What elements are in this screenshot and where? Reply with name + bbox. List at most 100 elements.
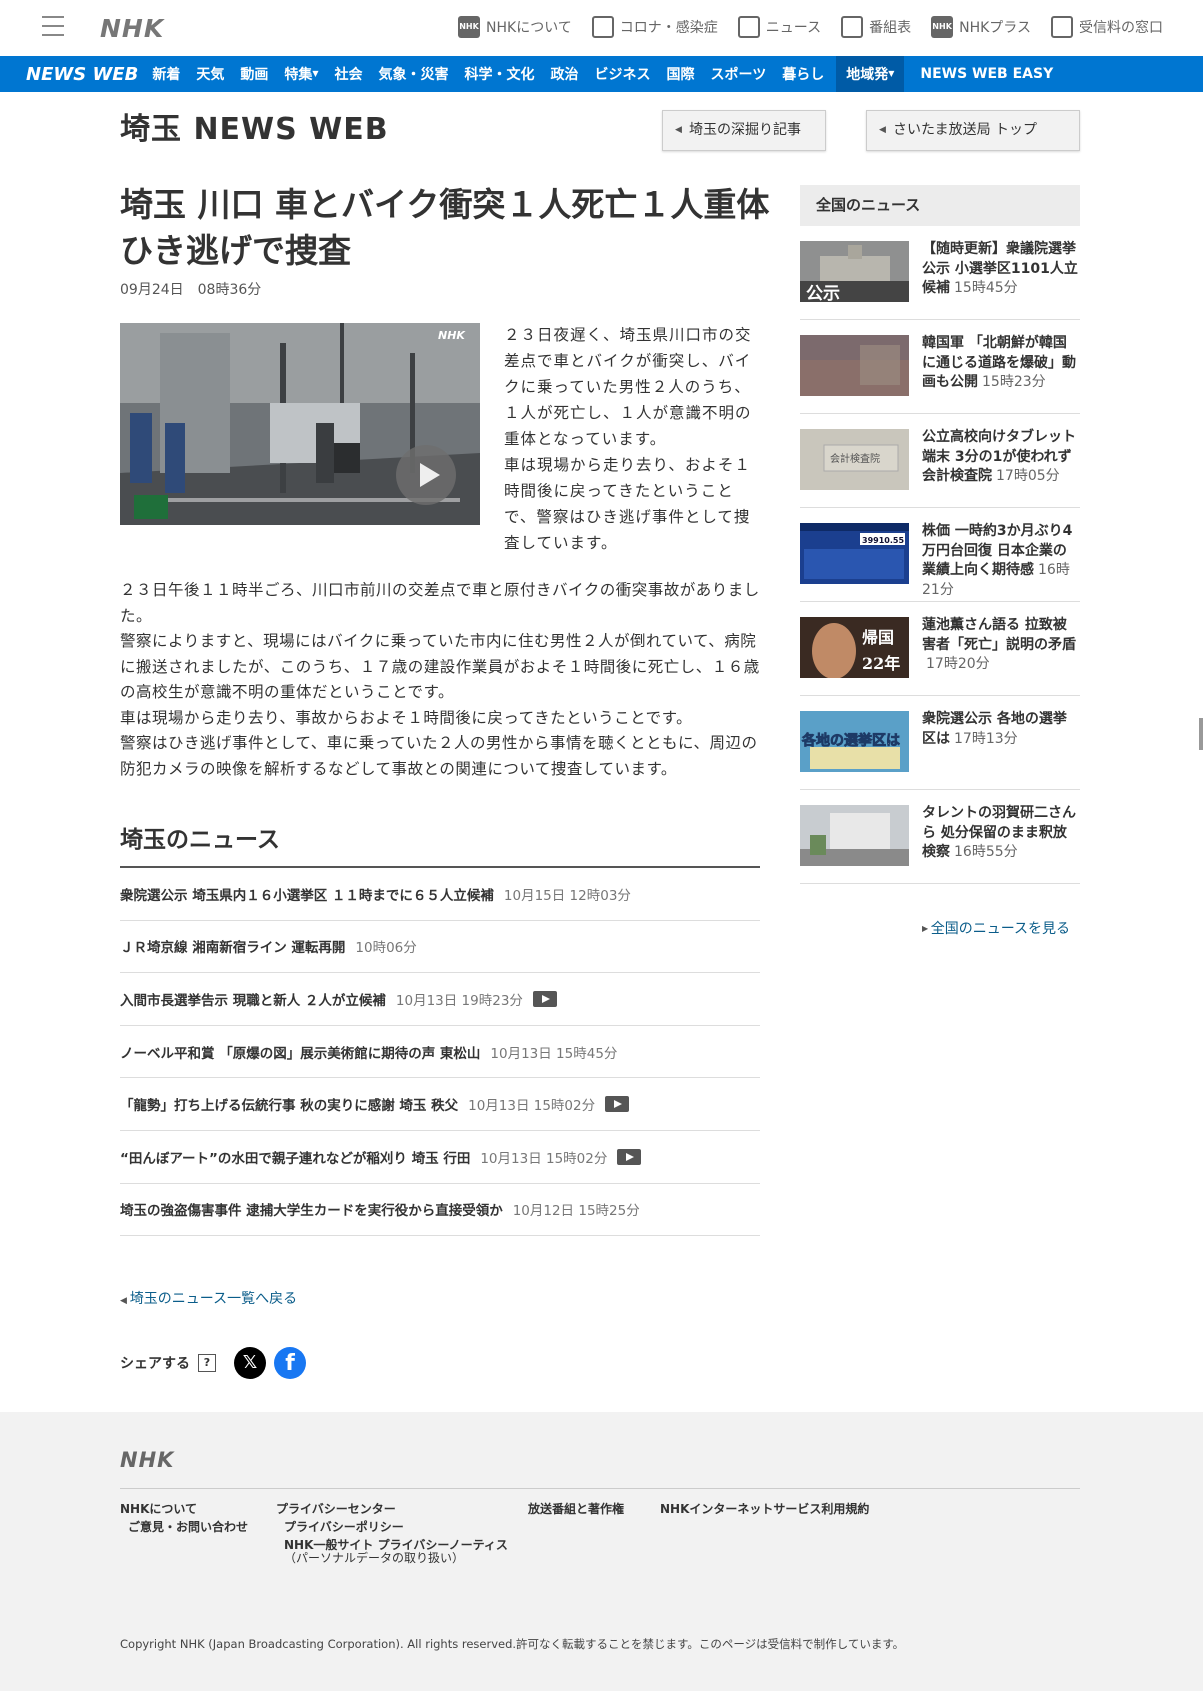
news-web-logo[interactable]: NEWS WEB — [26, 64, 138, 85]
news-thumbnail — [800, 805, 909, 866]
help-icon[interactable]: ? — [198, 1354, 216, 1372]
sidebar-news-item[interactable]: 韓国軍 「北朝鮮が韓国に通じる道路を爆破」動画も公開 15時23分 — [800, 320, 1080, 414]
play-icon[interactable] — [396, 445, 456, 505]
nav-item-feature[interactable]: 特集▼ — [284, 64, 318, 84]
nav-item-latest[interactable]: 新着 — [152, 64, 180, 84]
footer-nhk-logo[interactable]: NHK — [120, 1448, 174, 1472]
audit-board-sign-image: 会計検査院 — [800, 429, 909, 490]
back-to-list-link[interactable]: 埼玉のニュース一覧へ戻る — [120, 1288, 297, 1308]
footer-terms-link[interactable]: NHKインターネットサービス利用規約 — [660, 1500, 869, 1517]
news-list-item[interactable]: 「龍勢」打ち上げる伝統行事 秋の実りに感謝 埼玉 秩父 10月13日 15時02分 — [120, 1078, 760, 1131]
nav-item-sports[interactable]: スポーツ — [710, 64, 766, 84]
news-list-item[interactable]: ＪＲ埼京線 湘南新宿ライン 運転再開 10時06分 — [120, 921, 760, 974]
top-link-about[interactable]: NHK NHKについて — [458, 16, 572, 38]
footer-contact-link[interactable]: ご意見・お問い合わせ — [128, 1518, 248, 1535]
svg-text:39910.55: 39910.55 — [862, 536, 904, 545]
nav-item-video[interactable]: 動画 — [240, 64, 268, 84]
nav-item-society[interactable]: 社会 — [334, 64, 362, 84]
footer-broadcast-link[interactable]: 放送番組と著作権 — [528, 1500, 624, 1517]
news-list-item[interactable]: “田んぼアート”の水田で親子連れなどが稲刈り 埼玉 行田 10月13日 15時02… — [120, 1131, 760, 1184]
copyright: Copyright NHK (Japan Broadcasting Corpor… — [120, 1637, 905, 1651]
nav-item-politics[interactable]: 政治 — [550, 64, 578, 84]
document-icon — [591, 16, 614, 38]
facebook-share-icon[interactable]: f — [274, 1347, 306, 1379]
caret-down-icon: ▼ — [888, 69, 895, 78]
news-list-item[interactable]: 埼玉の強盗傷害事件 逮捕大学生カードを実行役から直接受領か 10月12日 15時2… — [120, 1184, 760, 1237]
stock-board-image: 39910.55 — [800, 523, 909, 584]
news-thumbnail: 公示 — [800, 241, 909, 302]
tv-icon — [1051, 16, 1073, 38]
top-link-schedule[interactable]: 番組表 — [841, 16, 911, 38]
news-list-item[interactable]: ノーベル平和賞 「原爆の図」展示美術館に期待の声 東松山 10月13日 15時45… — [120, 1026, 760, 1079]
regional-news-list: 衆院選公示 埼玉県内１６小選挙区 １１時までに６５人立候補 10月15日 12時0… — [120, 868, 760, 1237]
national-news-title: 全国のニュース — [800, 185, 1080, 226]
news-thumbnail: 会計検査院 — [800, 429, 909, 490]
top-link-corona[interactable]: コロナ・感染症 — [591, 16, 718, 38]
svg-text:帰国: 帰国 — [862, 628, 894, 647]
nav-item-business[interactable]: ビジネス — [594, 64, 650, 84]
article-video[interactable]: NHK — [120, 323, 480, 525]
share-bar: シェアする ? 𝕏 f — [120, 1347, 306, 1379]
footer-privacy-notice-sub: （パーソナルデータの取り扱い） — [284, 1551, 465, 1565]
see-all-national-news-link[interactable]: 全国のニュースを見る — [922, 918, 1070, 938]
footer: NHK NHKについて ご意見・お問い合わせ プライバシーセンター プライバシー… — [0, 1412, 1203, 1691]
svg-text:22年: 22年 — [862, 654, 900, 673]
top-bar: NHK NHK NHKについて コロナ・感染症 ニュース 番組表 NHK NHKプラ… — [0, 0, 1203, 56]
national-news-list: 公示 【随時更新】衆議院選挙公示 小選挙区1101人立候補 15時45分 韓国軍 … — [800, 226, 1080, 884]
video-icon — [605, 1096, 630, 1113]
nhk-logo[interactable]: NHK — [100, 14, 164, 43]
explosion-video-image — [800, 335, 909, 396]
regional-news-title: 埼玉のニュース — [120, 827, 280, 853]
nav-item-disaster[interactable]: 気象・災害 — [378, 64, 448, 84]
video-icon — [617, 1148, 642, 1165]
nhk-icon: NHK — [458, 16, 481, 38]
footer-about-link[interactable]: NHKについて — [120, 1500, 197, 1517]
sidebar-news-item[interactable]: 会計検査院 公立高校向けタブレット端末 3分の1が使われず 会計検査院 17時05… — [800, 414, 1080, 508]
page-header: 埼玉 NEWS WEB 埼玉の深掘り記事 さいたま放送局 トップ — [120, 108, 1080, 152]
station-top-button[interactable]: さいたま放送局 トップ — [866, 110, 1080, 151]
main-nav: NEWS WEB 新着 天気 動画 特集▼ 社会 気象・災害 科学・文化 政治 … — [0, 56, 1203, 92]
sidebar-news-item[interactable]: 各地の選挙区は 衆院選公示 各地の選挙区は 17時13分 — [800, 696, 1080, 790]
svg-text:各地の選挙区は: 各地の選挙区は — [801, 732, 900, 749]
top-link-fee[interactable]: 受信料の窓口 — [1051, 16, 1163, 38]
electoral-map-image: 各地の選挙区は — [800, 711, 909, 772]
grid-icon — [841, 16, 864, 38]
scrollbar-thumb[interactable] — [1199, 718, 1203, 750]
news-list-item[interactable]: 入間市長選挙告示 現職と新人 ２人が立候補 10月13日 19時23分 — [120, 973, 760, 1026]
article-date: 09月24日 08時36分 — [120, 282, 262, 298]
deep-dive-button[interactable]: 埼玉の深掘り記事 — [662, 110, 826, 151]
sidebar-news-item[interactable]: 公示 【随時更新】衆議院選挙公示 小選挙区1101人立候補 15時45分 — [800, 226, 1080, 320]
svg-text:公示: 公示 — [806, 284, 840, 302]
article-title: 埼玉 川口 車とバイク衝突１人死亡１人重体 ひき逃げで捜査 — [120, 185, 770, 270]
news-thumbnail: 各地の選挙区は — [800, 711, 909, 772]
top-links: NHK NHKについて コロナ・感染症 ニュース 番組表 NHK NHKプラス 受信… — [458, 16, 1163, 38]
footer-privacy-center-link[interactable]: プライバシーセンター — [276, 1500, 396, 1517]
news-thumbnail: 帰国 22年 — [800, 617, 909, 678]
top-link-news[interactable]: ニュース — [737, 16, 821, 38]
nhk-plus-icon: NHK — [931, 16, 954, 38]
nav-item-science[interactable]: 科学・文化 — [464, 64, 534, 84]
footer-divider — [120, 1488, 1080, 1489]
sidebar-news-item[interactable]: タレントの羽賀研二さんら 処分保留のまま釈放 検察 16時55分 — [800, 790, 1080, 884]
diet-building-image: 公示 — [800, 241, 909, 302]
nav-item-life[interactable]: 暮らし — [782, 64, 824, 84]
top-link-plus[interactable]: NHK NHKプラス — [931, 16, 1031, 38]
footer-privacy-policy-link[interactable]: プライバシーポリシー — [284, 1518, 404, 1535]
sidebar-news-item[interactable]: 39910.55 株価 一時約3か月ぶり4万円台回復 日本企業の業績上向く期待感… — [800, 508, 1080, 602]
sidebar-news-item[interactable]: 帰国 22年 蓮池薫さん語る 拉致被害者「死亡」説明の矛盾17時20分 — [800, 602, 1080, 696]
nav-item-regional[interactable]: 地域発▼ — [836, 56, 905, 92]
svg-text:NHK: NHK — [438, 329, 466, 342]
x-share-icon[interactable]: 𝕏 — [234, 1347, 266, 1379]
article-lead: ２３日夜遅く、埼玉県川口市の交差点で車とバイクが衝突し、バイクに乗っていた男性２… — [504, 326, 752, 552]
nav-item-weather[interactable]: 天気 — [196, 64, 224, 84]
nav-item-easy[interactable]: NEWS WEB EASY — [920, 66, 1053, 82]
news-list-item[interactable]: 衆院選公示 埼玉県内１６小選挙区 １１時までに６５人立候補 10月15日 12時0… — [120, 868, 760, 921]
prosecutor-building-image — [800, 805, 909, 866]
menu-icon[interactable] — [42, 16, 64, 38]
hasuike-interview-image: 帰国 22年 — [800, 617, 909, 678]
news-icon — [737, 16, 760, 38]
video-icon — [532, 990, 557, 1007]
svg-text:会計検査院: 会計検査院 — [830, 452, 880, 465]
nav-item-international[interactable]: 国際 — [666, 64, 694, 84]
news-thumbnail: 39910.55 — [800, 523, 909, 584]
